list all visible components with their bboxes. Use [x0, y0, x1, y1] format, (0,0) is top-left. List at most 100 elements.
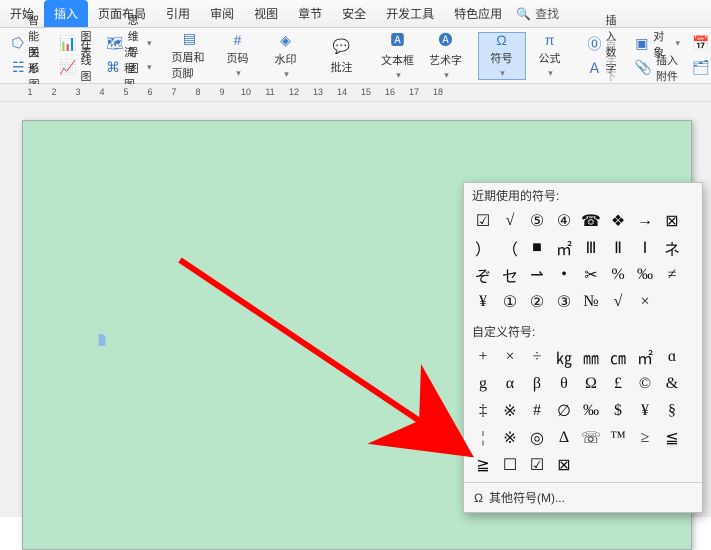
tab-insert[interactable]: 插入: [44, 0, 88, 27]
symbol-cell[interactable]: ⇀: [524, 262, 550, 288]
symbol-cell[interactable]: ‡: [470, 398, 496, 424]
symbol-cell[interactable]: （: [497, 235, 523, 261]
symbol-cell[interactable]: £: [605, 371, 631, 397]
flowchart-icon: ⌘: [106, 58, 120, 78]
tab-references[interactable]: 引用: [156, 0, 200, 27]
ruler-number: 6: [147, 87, 152, 97]
symbol-cell[interactable]: #: [524, 398, 550, 424]
relation-button[interactable]: ☵关系图: [6, 57, 53, 79]
symbol-cell[interactable]: ㎡: [632, 344, 658, 370]
symbol-cell[interactable]: セ: [497, 262, 523, 288]
symbol-cell[interactable]: ⑤: [524, 208, 550, 234]
symbol-cell[interactable]: ×: [632, 289, 658, 315]
symbol-cell[interactable]: ㎡: [551, 235, 577, 261]
symbol-cell[interactable]: ☐: [497, 452, 523, 478]
ruler-number: 2: [51, 87, 56, 97]
symbol-cell[interactable]: Ⅱ: [605, 235, 631, 261]
symbol-cell[interactable]: ÷: [524, 344, 550, 370]
textbox-button[interactable]: 🅰文本框▾: [374, 32, 422, 80]
tab-security[interactable]: 安全: [332, 0, 376, 27]
symbol-cell[interactable]: §: [659, 398, 685, 424]
symbol-cell[interactable]: ■: [524, 235, 550, 261]
symbol-cell[interactable]: √: [605, 289, 631, 315]
tab-review[interactable]: 审阅: [200, 0, 244, 27]
symbol-cell[interactable]: ¦: [470, 425, 496, 451]
symbol-cell[interactable]: ≠: [659, 262, 685, 288]
symbol-cell[interactable]: ≦: [659, 425, 685, 451]
symbol-cell[interactable]: +: [470, 344, 496, 370]
symbol-cell[interactable]: ㎏: [551, 344, 577, 370]
symbol-cell[interactable]: Ω: [578, 371, 604, 397]
symbol-cell[interactable]: Ⅲ: [578, 235, 604, 261]
symbol-cell[interactable]: ⊠: [659, 208, 685, 234]
symbol-cell[interactable]: $: [605, 398, 631, 424]
symbol-cell[interactable]: ✂: [578, 262, 604, 288]
symbol-cell[interactable]: ◎: [524, 425, 550, 451]
symbol-cell[interactable]: ㎝: [605, 344, 631, 370]
flowchart-button[interactable]: ⌘流程图▾: [100, 57, 158, 79]
symbol-cell[interactable]: α: [497, 371, 523, 397]
symbol-cell[interactable]: ∅: [551, 398, 577, 424]
tab-page-layout[interactable]: 页面布局: [88, 0, 156, 27]
search-bar[interactable]: 🔍 查找: [516, 0, 559, 27]
symbol-cell[interactable]: ☑: [470, 208, 496, 234]
date-button[interactable]: 📅日期: [686, 33, 711, 55]
attachment-button[interactable]: 📎插入附件: [629, 57, 687, 79]
symbol-cell[interactable]: g: [470, 371, 496, 397]
watermark-button[interactable]: ◈水印▾: [262, 32, 310, 80]
symbol-cell[interactable]: ≧: [470, 452, 496, 478]
symbol-cell[interactable]: ⊠: [551, 452, 577, 478]
symbol-cell[interactable]: ㎜: [578, 344, 604, 370]
online-chart-button[interactable]: 📈在线图表: [53, 57, 100, 79]
header-footer-icon: ▤: [180, 30, 200, 47]
symbol-cell[interactable]: √: [497, 208, 523, 234]
symbol-cell[interactable]: ☎: [578, 208, 604, 234]
symbol-cell[interactable]: ≥: [632, 425, 658, 451]
symbol-cell[interactable]: ぞ: [470, 262, 496, 288]
symbol-cell[interactable]: ‰: [578, 398, 604, 424]
symbol-cell[interactable]: ¥: [632, 398, 658, 424]
tab-view[interactable]: 视图: [244, 0, 288, 27]
date-icon: 📅: [692, 34, 709, 54]
symbol-cell[interactable]: ☑: [524, 452, 550, 478]
symbol-cell[interactable]: ‰: [632, 262, 658, 288]
symbol-cell[interactable]: ¥: [470, 289, 496, 315]
symbol-cell[interactable]: ×: [497, 344, 523, 370]
symbol-cell[interactable]: Δ: [551, 425, 577, 451]
symbol-cell[interactable]: &: [659, 371, 685, 397]
symbol-cell[interactable]: ©: [632, 371, 658, 397]
symbol-cell[interactable]: ɑ: [659, 344, 685, 370]
wordart-button[interactable]: 🅐艺术字▾: [422, 32, 470, 80]
symbol-cell[interactable]: θ: [551, 371, 577, 397]
page-number-button[interactable]: #页码▾: [214, 32, 262, 80]
symbol-cell[interactable]: β: [524, 371, 550, 397]
symbol-button[interactable]: Ω符号▾: [478, 32, 526, 80]
symbol-cell[interactable]: ）: [470, 235, 496, 261]
tab-devtools[interactable]: 开发工具: [376, 0, 444, 27]
docparts-button[interactable]: 🗂文档部: [686, 57, 711, 79]
symbol-cell[interactable]: →: [632, 208, 658, 234]
formula-button[interactable]: π公式▾: [526, 32, 574, 80]
tab-chapter[interactable]: 章节: [288, 0, 332, 27]
symbol-cell[interactable]: ③: [551, 289, 577, 315]
ribbon: ⭔智能图形 ☵关系图 📊图表 📈在线图表 🗺思维导图▾ ⌘流程图▾ ▤页眉和页脚…: [0, 28, 711, 84]
symbol-cell[interactable]: ※: [497, 398, 523, 424]
header-footer-button[interactable]: ▤页眉和页脚: [166, 32, 214, 80]
symbol-cell[interactable]: ②: [524, 289, 550, 315]
symbol-cell[interactable]: ※: [497, 425, 523, 451]
tab-features[interactable]: 特色应用: [444, 0, 512, 27]
symbol-cell[interactable]: ①: [497, 289, 523, 315]
more-symbols-button[interactable]: Ω 其他符号(M)...: [464, 482, 702, 512]
symbol-cell[interactable]: %: [605, 262, 631, 288]
watermark-icon: ◈: [276, 32, 296, 49]
comment-button[interactable]: 💬批注: [318, 32, 366, 80]
symbol-cell[interactable]: Ⅰ: [632, 235, 658, 261]
symbol-cell[interactable]: ❖: [605, 208, 631, 234]
symbol-cell[interactable]: ☏: [578, 425, 604, 451]
symbol-cell[interactable]: ™: [605, 425, 631, 451]
mindmap-icon: 🗺: [106, 34, 124, 54]
symbol-cell[interactable]: ④: [551, 208, 577, 234]
symbol-cell[interactable]: ネ: [659, 235, 685, 261]
symbol-cell[interactable]: •: [551, 262, 577, 288]
symbol-cell[interactable]: №: [578, 289, 604, 315]
